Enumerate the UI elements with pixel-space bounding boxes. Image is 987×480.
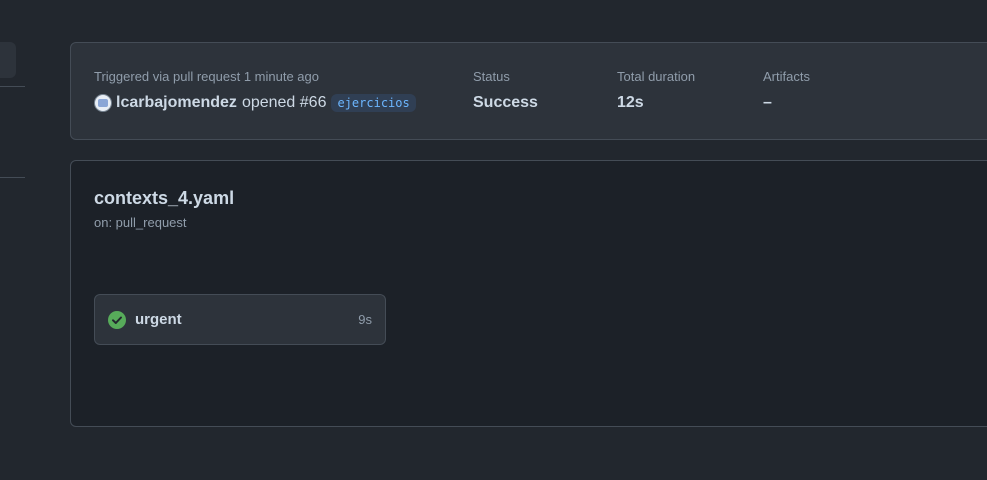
avatar[interactable] xyxy=(94,94,112,112)
duration-column: Total duration 12s xyxy=(617,69,695,112)
workflow-file-title[interactable]: contexts_4.yaml xyxy=(94,188,234,209)
job-card[interactable]: urgent 9s xyxy=(94,294,386,345)
job-name: urgent xyxy=(135,311,182,328)
trigger-detail: lcarbajomendez opened #66 ejercicios xyxy=(94,94,416,112)
status-label: Status xyxy=(473,69,510,84)
artifacts-value: – xyxy=(763,94,772,111)
trigger-text: Triggered via pull request 1 minute ago xyxy=(94,69,319,84)
trigger-info: Triggered via pull request 1 minute ago … xyxy=(94,69,416,112)
workflow-graph-card: contexts_4.yaml on: pull_request urgent … xyxy=(70,160,987,427)
job-duration: 9s xyxy=(358,312,372,327)
artifacts-column: Artifacts – xyxy=(763,69,810,112)
workflow-run-page: Triggered via pull request 1 minute ago … xyxy=(0,0,987,480)
actor-link[interactable]: lcarbajomendez xyxy=(116,94,237,112)
status-column: Status Success xyxy=(473,69,538,112)
check-circle-icon xyxy=(108,310,126,329)
branch-badge[interactable]: ejercicios xyxy=(331,94,416,112)
duration-label: Total duration xyxy=(617,69,696,84)
status-value: Success xyxy=(473,94,538,111)
sidebar-divider xyxy=(0,177,25,178)
sidebar-divider xyxy=(0,86,25,87)
duration-value: 12s xyxy=(617,94,644,111)
artifacts-label: Artifacts xyxy=(763,69,810,84)
run-summary-card: Triggered via pull request 1 minute ago … xyxy=(70,42,987,140)
workflow-trigger: on: pull_request xyxy=(94,215,187,230)
trigger-action[interactable]: opened #66 xyxy=(242,94,327,112)
sidebar-active-item[interactable] xyxy=(0,42,16,78)
